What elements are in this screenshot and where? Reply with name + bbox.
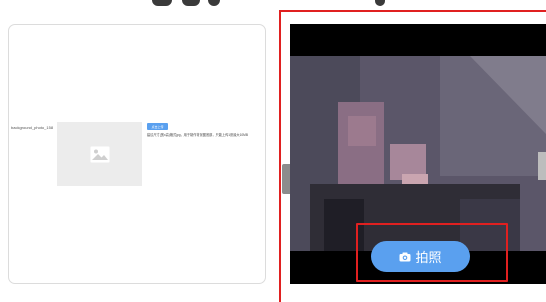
- upload-button[interactable]: 点击上传: [147, 123, 168, 130]
- upload-hint: 建议尺寸(宽x高)格式jpg，用于制作背景图底部，只能上传1张最大10MB: [147, 133, 248, 137]
- upload-card: background_photo_158 点击上传 建议尺寸(宽x高)格式jpg…: [8, 24, 266, 284]
- image-upload-area[interactable]: [57, 122, 142, 186]
- image-placeholder-icon: [90, 146, 109, 162]
- camera-icon: [399, 252, 411, 262]
- side-scroll-handle[interactable]: [538, 152, 546, 180]
- capture-label: 拍照: [415, 251, 442, 266]
- field-label: background_photo_158: [11, 125, 54, 130]
- capture-button[interactable]: 拍照: [371, 241, 470, 272]
